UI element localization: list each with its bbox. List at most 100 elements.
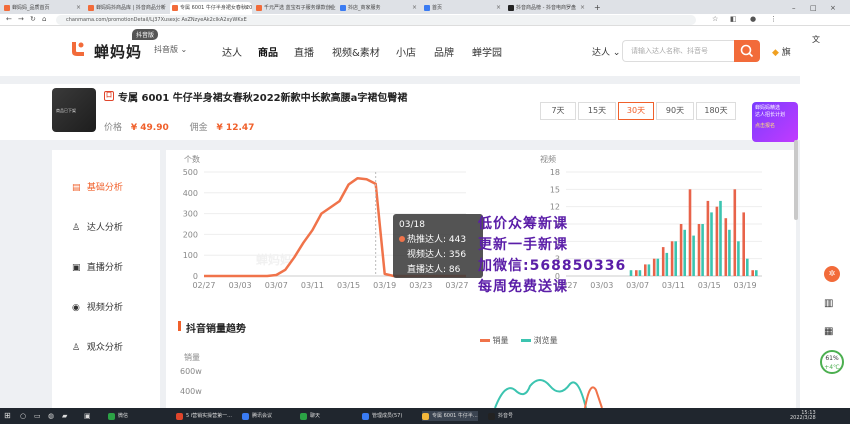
star-icon[interactable]: ☆ (712, 15, 718, 23)
forward-icon[interactable]: → (18, 15, 24, 23)
tab-close-icon[interactable]: × (160, 2, 165, 14)
taskbar-wechat[interactable]: 微信 (108, 411, 128, 421)
sidebar-item-video[interactable]: ◉ 视频分析 (72, 300, 123, 313)
minimize-icon[interactable]: – (790, 2, 804, 14)
home-icon[interactable]: ⌂ (42, 15, 46, 23)
taskbar-item-1[interactable]: 5 i营销实操营第一... (176, 411, 232, 421)
app-taskbar-icon[interactable]: ▣ (84, 411, 91, 421)
qrcode-icon[interactable]: ▦ (824, 326, 833, 337)
range-30d[interactable]: 30天 (618, 102, 654, 120)
bar-series-2 (656, 258, 660, 276)
chart-icon: ▤ (72, 183, 81, 193)
range-7d[interactable]: 7天 (540, 102, 576, 120)
taskview-icon[interactable]: ▭ (34, 411, 41, 421)
browser-tab[interactable]: 首页 × (422, 2, 504, 14)
browser-tab[interactable]: 抖店_商家服务 × (338, 2, 420, 14)
taskbar-item-4[interactable]: 管理成员(57) (362, 411, 402, 421)
tab-close-icon[interactable]: × (496, 2, 501, 14)
reload-icon[interactable]: ↻ (30, 15, 36, 23)
thumb-caption: 商品已下架 (56, 108, 76, 113)
range-15d[interactable]: 15天 (578, 102, 616, 120)
diamond-icon: ◆ (772, 48, 779, 58)
sidebar-item-audience[interactable]: ♙ 观众分析 (72, 340, 123, 353)
taskbar-item-2[interactable]: 腾讯会议 (242, 411, 272, 421)
tab-close-icon[interactable]: × (328, 2, 333, 14)
trend-ylabel: 销量 (184, 353, 200, 362)
range-180d[interactable]: 180天 (696, 102, 736, 120)
nav-chanxueyuan[interactable]: 蝉学园 (472, 44, 502, 59)
sidebar-item-live[interactable]: ▣ 直播分析 (72, 260, 123, 273)
folder-taskbar-icon[interactable]: ▰ (62, 411, 67, 421)
page-scrollbar[interactable] (794, 140, 798, 220)
commission-label: 佣金 (189, 123, 208, 133)
bar-video-daren (688, 189, 692, 276)
overlay-line-1: 低价众筹新课 (478, 216, 568, 232)
sidebar-item-basic[interactable]: ▤ 基础分析 (72, 180, 123, 193)
product-title[interactable]: 专属 6001 牛仔半身裙女春秋2022新款中长款高腰a字裙包臀裙 (118, 89, 407, 104)
bar-series-2 (701, 224, 704, 276)
search-scope-select[interactable]: 达人 ⌄ (592, 45, 620, 58)
browser-tab[interactable]: 抖音商品榜 - 抖音电商罗盘 × (506, 2, 588, 14)
line-ytick-label: 200 (183, 230, 198, 239)
translate-icon[interactable]: 文 (812, 34, 820, 45)
product-thumbnail[interactable]: 商品已下架 (52, 88, 96, 132)
bar-series-2 (719, 200, 722, 276)
windows-start-icon[interactable]: ⊞ (4, 411, 11, 421)
bar-series-2 (629, 270, 633, 276)
line-xtick-label: 03/03 (229, 281, 252, 290)
url-field[interactable]: chanmama.com/promotionDetail/Lj37Xusexjc… (56, 15, 696, 25)
promo-banner[interactable]: 蝉妈妈精选 达人招长计划 点击报名 (752, 102, 798, 142)
search-input[interactable]: 请输入达人名称、抖音号 (622, 40, 734, 62)
price-block: 价格 ¥ 49.90 佣金 ¥ 12.47 (104, 120, 254, 133)
bar-xtick-label: 03/19 (734, 281, 757, 290)
nav-xiaodian[interactable]: 小店 (396, 44, 416, 59)
nav-daren[interactable]: 达人 (222, 44, 242, 59)
close-window-icon[interactable]: × (828, 2, 842, 14)
legend-sales[interactable]: 销量 (493, 336, 509, 345)
nav-pinpai[interactable]: 品牌 (434, 44, 454, 59)
share-icon[interactable]: ✲ (824, 266, 840, 282)
search-button[interactable] (734, 40, 760, 62)
new-tab-icon[interactable]: + (592, 2, 604, 14)
search-taskbar-icon[interactable]: ○ (20, 411, 26, 421)
nav-video-material[interactable]: 视频&素材 (332, 44, 380, 59)
nav-shangpin[interactable]: 商品 (258, 44, 278, 59)
profile-icon[interactable]: ● (750, 15, 756, 23)
play-icon: ◉ (72, 303, 80, 313)
range-90d[interactable]: 90天 (656, 102, 694, 120)
version-select[interactable]: 抖音版 ⌄ (154, 44, 187, 55)
bar-xtick-label: 03/07 (626, 281, 649, 290)
tab-close-icon[interactable]: × (244, 2, 249, 14)
line-xtick-label: 03/15 (337, 281, 360, 290)
line-xtick-label: 03/23 (409, 281, 432, 290)
analysis-sidebar: ▤ 基础分析 ♙ 达人分析 ▣ 直播分析 ◉ 视频分析 ♙ 观众分析 (52, 150, 160, 410)
taskbar-item-5[interactable]: 专属 6001 牛仔半... (422, 411, 478, 421)
legend-views[interactable]: 浏览量 (534, 336, 558, 345)
maximize-icon[interactable]: □ (808, 2, 822, 14)
line-ytick-label: 300 (183, 210, 198, 219)
tab-favicon-icon (508, 5, 514, 11)
nav-zhibo[interactable]: 直播 (294, 44, 314, 59)
taskbar-clock[interactable]: 15:13 2022/3/28 (790, 411, 816, 421)
flagship-link[interactable]: ◆ 旗 (772, 45, 791, 58)
tab-close-icon[interactable]: × (76, 2, 81, 14)
bar-series-2 (638, 270, 642, 276)
taskbar-item-6[interactable]: 抖音号 (488, 411, 513, 421)
browser-tab[interactable]: 千元严选 蓝宝石子服务爆款创业 × (254, 2, 336, 14)
browser-taskbar-icon[interactable]: ◍ (48, 411, 54, 421)
chanmama-logo-icon[interactable] (68, 40, 86, 58)
tooltip-row-live: 直播达人: 86 (407, 265, 461, 275)
sidebar-item-daren[interactable]: ♙ 达人分析 (72, 220, 123, 233)
perf-badge[interactable]: 61% +4℃ (820, 350, 844, 374)
compare-icon[interactable]: ▥ (824, 298, 833, 309)
browser-tab[interactable]: 蝉妈妈抖商品库 | 抖音商品分析 × (86, 2, 168, 14)
back-icon[interactable]: ← (6, 15, 12, 23)
browser-tab[interactable]: 专属 6001 牛仔半身裙女春秋2022新款× (170, 2, 252, 14)
extensions-icon[interactable]: ◧ (730, 15, 737, 23)
taskbar-item-3[interactable]: 聊天 (300, 411, 320, 421)
tab-close-icon[interactable]: × (412, 2, 417, 14)
tab-close-icon[interactable]: × (580, 2, 585, 14)
logo-text[interactable]: 蝉妈妈 (94, 41, 142, 62)
browser-tab[interactable]: 蝉妈妈_品质首页 × (2, 2, 84, 14)
menu-icon[interactable]: ⋮ (770, 15, 777, 23)
